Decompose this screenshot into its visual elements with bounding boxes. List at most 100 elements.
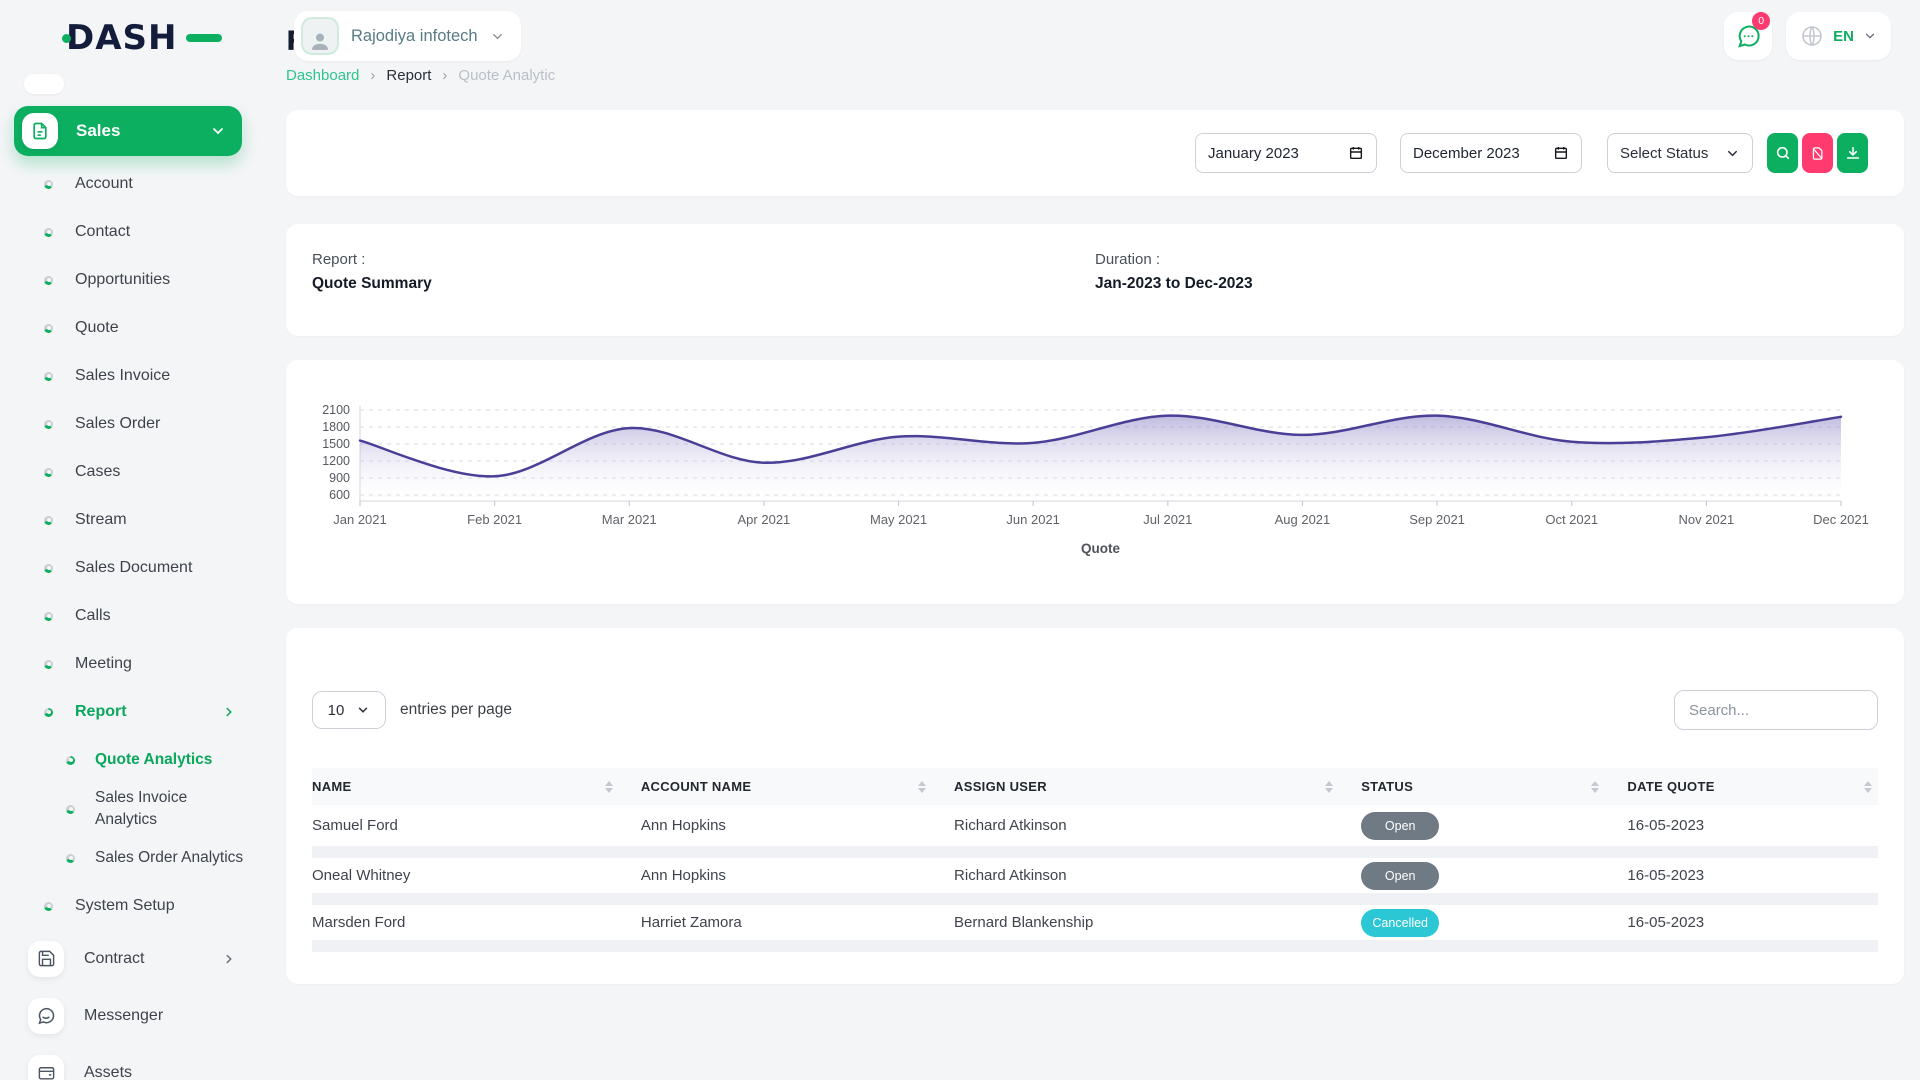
download-button[interactable] — [1837, 133, 1868, 173]
calendar-icon — [1348, 145, 1364, 161]
bullet-icon — [44, 276, 53, 285]
sidebar-item-sales-invoice[interactable]: Sales Invoice — [14, 352, 286, 400]
sort-icon — [1864, 781, 1872, 793]
quotes-table: NAMEACCOUNT NAMEASSIGN USERSTATUSDATE QU… — [312, 768, 1878, 952]
svg-text:Quote: Quote — [1081, 541, 1120, 556]
status-badge: Open — [1361, 862, 1439, 890]
sort-icon — [605, 781, 613, 793]
cell-name: Samuel Ford — [312, 805, 641, 852]
sidebar: DASH SalesAccountContactOpportunitiesQuo… — [0, 0, 286, 1080]
status-badge: Open — [1361, 812, 1439, 840]
column-header-status[interactable]: STATUS — [1361, 768, 1627, 805]
bullet-icon — [44, 564, 53, 573]
svg-text:Nov 2021: Nov 2021 — [1679, 512, 1735, 527]
bullet-icon — [44, 180, 53, 189]
table-row: Oneal WhitneyAnn HopkinsRichard Atkinson… — [312, 852, 1878, 899]
sidebar-item-sales[interactable]: Sales — [14, 106, 242, 156]
from-month-value: January 2023 — [1208, 145, 1299, 162]
entries-per-page-label: entries per page — [400, 701, 512, 719]
download-icon — [1845, 145, 1861, 161]
sidebar-item-quote[interactable]: Quote — [14, 304, 286, 352]
cell-assign-user: Bernard Blankenship — [954, 899, 1361, 946]
person-icon — [307, 29, 333, 53]
messages-button[interactable]: 0 — [1724, 12, 1772, 60]
sidebar-item-contact[interactable]: Contact — [14, 208, 286, 256]
sidebar-item-account[interactable]: Account — [14, 160, 286, 208]
chevron-down-icon — [490, 29, 505, 44]
sidebar-item-meeting[interactable]: Meeting — [14, 640, 286, 688]
cell-name: Oneal Whitney — [312, 852, 641, 899]
quote-chart: 2100180015001200900600Jan 2021Feb 2021Ma… — [300, 396, 1880, 576]
report-label: Report : — [312, 251, 1095, 268]
svg-text:Jul 2021: Jul 2021 — [1143, 512, 1192, 527]
language-code: EN — [1833, 28, 1854, 45]
topbar: Rajodiya infotech 0 EN — [286, 0, 1920, 72]
sidebar-item-sales-order-analytics[interactable]: Sales Order Analytics — [14, 834, 286, 882]
svg-text:Apr 2021: Apr 2021 — [738, 512, 791, 527]
sidebar-item-calls[interactable]: Calls — [14, 592, 286, 640]
column-header-account-name[interactable]: ACCOUNT NAME — [641, 768, 954, 805]
status-select[interactable]: Select Status — [1607, 133, 1753, 173]
chevron-down-icon — [1725, 146, 1740, 161]
table-row: Samuel FordAnn HopkinsRichard AtkinsonOp… — [312, 805, 1878, 852]
chevron-down-icon — [1863, 29, 1877, 43]
dash-logo[interactable]: DASH — [66, 18, 206, 58]
sidebar-item-messenger[interactable]: Messenger — [14, 987, 286, 1044]
cell-date-quote: 16-05-2023 — [1627, 899, 1878, 946]
entries-per-page-select[interactable]: 10 — [312, 691, 386, 729]
svg-text:Jan 2021: Jan 2021 — [333, 512, 387, 527]
column-header-date-quote[interactable]: DATE QUOTE — [1627, 768, 1878, 805]
bullet-icon — [44, 372, 53, 381]
document-icon — [22, 113, 58, 149]
svg-text:1200: 1200 — [322, 454, 350, 468]
cell-status: Open — [1361, 805, 1627, 852]
reset-filter-button[interactable] — [1802, 133, 1833, 173]
sort-icon — [1591, 781, 1599, 793]
column-header-assign-user[interactable]: ASSIGN USER — [954, 768, 1361, 805]
sidebar-item-opportunities[interactable]: Opportunities — [14, 256, 286, 304]
sidebar-item-sales-invoice-analytics[interactable]: Sales Invoice Analytics — [14, 784, 286, 834]
svg-text:2100: 2100 — [322, 403, 350, 417]
sidebar-item-contract[interactable]: Contract — [14, 930, 286, 987]
chevron-down-icon — [356, 703, 370, 717]
sidebar-item-quote-analytics[interactable]: Quote Analytics — [14, 736, 286, 784]
bullet-icon — [44, 420, 53, 429]
to-month-input[interactable]: December 2023 — [1400, 133, 1582, 173]
sidebar-item-cases[interactable]: Cases — [14, 448, 286, 496]
bullet-icon — [44, 660, 53, 669]
logo-text: DASH — [66, 18, 177, 58]
bullet-icon — [44, 708, 53, 717]
sidebar-item-assets[interactable]: Assets — [14, 1044, 286, 1080]
bullet-icon — [44, 468, 53, 477]
chevron-down-icon — [210, 123, 226, 139]
duration-value: Jan-2023 to Dec-2023 — [1095, 275, 1878, 293]
sidebar-item-sales-order[interactable]: Sales Order — [14, 400, 286, 448]
svg-text:Jun 2021: Jun 2021 — [1006, 512, 1060, 527]
assets-icon — [28, 1055, 64, 1080]
chevron-right-icon — [222, 952, 236, 966]
bullet-icon — [66, 805, 75, 814]
logo-dash-accent — [186, 34, 222, 42]
cell-date-quote: 16-05-2023 — [1627, 852, 1878, 899]
sidebar-nav: SalesAccountContactOpportunitiesQuoteSal… — [0, 74, 286, 1080]
sidebar-item-sales-document[interactable]: Sales Document — [14, 544, 286, 592]
svg-text:May 2021: May 2021 — [870, 512, 927, 527]
column-header-name[interactable]: NAME — [312, 768, 641, 805]
search-input[interactable] — [1674, 690, 1878, 730]
from-month-input[interactable]: January 2023 — [1195, 133, 1377, 173]
cell-date-quote: 16-05-2023 — [1627, 805, 1878, 852]
company-selector[interactable]: Rajodiya infotech — [294, 11, 521, 61]
sidebar-item-report[interactable]: Report — [14, 688, 286, 736]
language-selector[interactable]: EN — [1786, 12, 1891, 60]
contract-icon — [28, 941, 64, 977]
cell-name: Marsden Ford — [312, 899, 641, 946]
sidebar-item-stream[interactable]: Stream — [14, 496, 286, 544]
messenger-icon — [28, 998, 64, 1034]
search-button[interactable] — [1767, 133, 1798, 173]
svg-text:Aug 2021: Aug 2021 — [1275, 512, 1331, 527]
company-name: Rajodiya infotech — [351, 27, 478, 46]
cell-account-name: Harriet Zamora — [641, 899, 954, 946]
svg-text:900: 900 — [329, 471, 350, 485]
sidebar-item-system-setup[interactable]: System Setup — [14, 882, 286, 930]
chart-card: 2100180015001200900600Jan 2021Feb 2021Ma… — [286, 360, 1904, 604]
